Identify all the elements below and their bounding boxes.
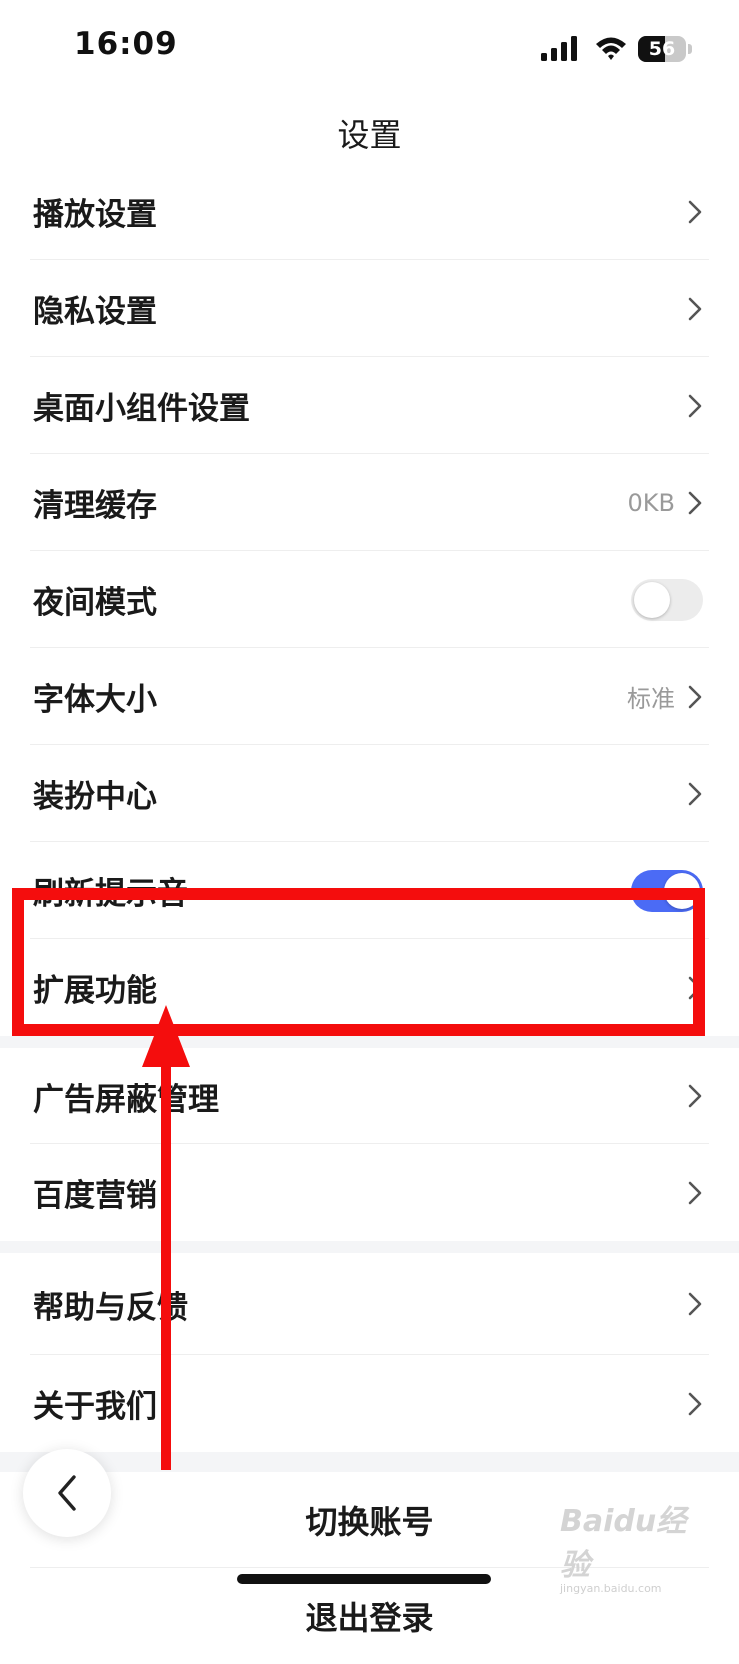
chevron-right-icon — [688, 394, 702, 417]
settings-item-label: 播放设置 — [33, 197, 157, 233]
section-gap — [0, 1036, 739, 1048]
settings-item-privacy[interactable]: 隐私设置 — [0, 260, 739, 357]
settings-item-help-feedback[interactable]: 帮助与反馈 — [0, 1253, 739, 1355]
page-title: 设置 — [337, 116, 402, 154]
settings-item-night-mode: 夜间模式 — [0, 551, 739, 648]
toggle-knob — [664, 872, 700, 909]
chevron-right-icon — [688, 1084, 702, 1108]
section-gap — [0, 1241, 739, 1253]
night-mode-toggle[interactable] — [631, 578, 703, 621]
settings-item-dressup-center[interactable]: 装扮中心 — [0, 745, 739, 842]
settings-item-label: 桌面小组件设置 — [33, 391, 250, 427]
settings-item-playback[interactable]: 播放设置 — [0, 163, 739, 260]
chevron-right-icon — [688, 1392, 702, 1415]
baidu-jingyan-watermark: Baidu经验 jingyan.baidu.com — [560, 1496, 700, 1595]
cellular-signal-icon — [541, 36, 577, 61]
font-size-value: 标准 — [627, 685, 675, 713]
settings-item-label: 广告屏蔽管理 — [33, 1081, 219, 1118]
toggle-knob — [634, 581, 670, 618]
settings-item-font-size[interactable]: 字体大小 标准 — [0, 648, 739, 745]
chevron-left-icon — [58, 1475, 76, 1511]
settings-item-label: 隐私设置 — [33, 294, 157, 330]
switch-account-label: 切换账号 — [305, 1503, 434, 1541]
cache-size-value: 0KB — [627, 488, 675, 517]
settings-item-refresh-sound: 刷新提示音 — [0, 842, 739, 939]
settings-item-label: 百度营销 — [33, 1178, 157, 1214]
settings-item-label: 刷新提示音 — [33, 876, 188, 912]
chevron-right-icon — [688, 685, 702, 708]
settings-item-label: 清理缓存 — [33, 488, 157, 524]
settings-item-extensions[interactable]: 扩展功能 — [0, 939, 739, 1036]
chevron-right-icon — [688, 491, 702, 514]
refresh-sound-toggle[interactable] — [631, 869, 703, 912]
nav-bar: 设置 — [0, 96, 739, 171]
chevron-right-icon — [688, 976, 702, 999]
settings-item-widgets[interactable]: 桌面小组件设置 — [0, 357, 739, 454]
settings-item-label: 关于我们 — [33, 1389, 157, 1425]
battery-icon: 56 — [638, 36, 686, 62]
wifi-icon — [596, 37, 626, 60]
settings-list: 播放设置 隐私设置 桌面小组件设置 清理缓存 0KB 夜间模式 字体大小 标准 … — [0, 163, 739, 1664]
chevron-right-icon — [688, 782, 702, 805]
section-gap — [0, 1452, 739, 1472]
settings-item-baidu-marketing[interactable]: 百度营销 — [0, 1144, 739, 1241]
settings-item-label: 帮助与反馈 — [33, 1289, 188, 1326]
battery-percentage: 56 — [648, 38, 676, 60]
settings-item-clear-cache[interactable]: 清理缓存 0KB — [0, 454, 739, 551]
status-time: 16:09 — [74, 26, 178, 62]
settings-item-label: 字体大小 — [33, 682, 157, 718]
back-button[interactable] — [23, 1449, 111, 1537]
settings-item-label: 扩展功能 — [33, 973, 157, 1009]
chevron-right-icon — [688, 200, 702, 223]
chevron-right-icon — [688, 297, 702, 320]
watermark-url: jingyan.baidu.com — [560, 1582, 662, 1595]
home-indicator — [237, 1574, 491, 1584]
settings-item-label: 装扮中心 — [33, 779, 157, 815]
settings-item-ad-block[interactable]: 广告屏蔽管理 — [0, 1048, 739, 1144]
settings-item-label: 夜间模式 — [33, 585, 157, 621]
chevron-right-icon — [688, 1181, 702, 1204]
chevron-right-icon — [688, 1292, 702, 1316]
watermark-logo: Baidu经验 — [560, 1504, 687, 1583]
settings-item-about-us[interactable]: 关于我们 — [0, 1355, 739, 1452]
battery-nub — [688, 44, 692, 54]
status-bar: 16:09 56 — [0, 0, 739, 96]
